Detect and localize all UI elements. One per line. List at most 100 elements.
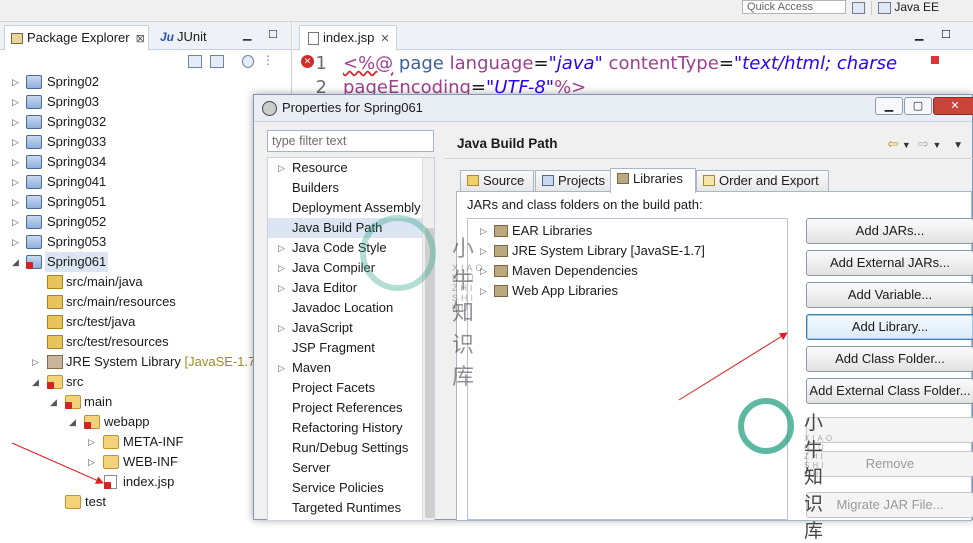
tree-item-source-folder[interactable]: src/main/resources	[0, 292, 292, 312]
minimize-icon[interactable]: ▁	[915, 28, 923, 41]
nav-item-run-debug-settings[interactable]: Run/Debug Settings	[268, 438, 434, 458]
maximize-icon[interactable]: ▢	[904, 97, 932, 115]
nav-item-javadoc-location[interactable]: Javadoc Location	[268, 298, 434, 318]
list-item[interactable]: ▷ Web App Libraries	[468, 281, 787, 301]
expand-icon[interactable]: ▷	[278, 158, 285, 178]
add-library-button[interactable]: Add Library...	[806, 314, 973, 340]
expand-icon[interactable]: ▷	[480, 281, 487, 301]
nav-item-project-references[interactable]: Project References	[268, 398, 434, 418]
tree-item-project[interactable]: ▷ Spring041	[0, 172, 292, 192]
perspective-label[interactable]: Java EE	[894, 0, 939, 14]
edit-button[interactable]	[806, 417, 973, 443]
expand-icon[interactable]: ▷	[480, 221, 487, 241]
tree-item-folder[interactable]: ▷ WEB-INF	[0, 452, 292, 472]
link-with-editor-icon[interactable]	[210, 55, 224, 68]
list-item[interactable]: ▷ EAR Libraries	[468, 221, 787, 241]
tree-item-folder[interactable]: ▷ META-INF	[0, 432, 292, 452]
expand-icon[interactable]: ▷	[278, 238, 285, 258]
expand-icon[interactable]: ▷	[12, 92, 22, 112]
tab-package-explorer[interactable]: Package Explorer ⊠	[4, 25, 149, 50]
list-item[interactable]: ▷ JRE System Library [JavaSE-1.7]	[468, 241, 787, 261]
nav-item-java-build-path[interactable]: Java Build Path	[268, 218, 434, 238]
tab-order-and-export[interactable]: Order and Export	[696, 170, 829, 192]
tab-libraries[interactable]: Libraries	[610, 168, 696, 193]
collapse-icon[interactable]: ◢	[32, 372, 42, 392]
expand-icon[interactable]: ▷	[278, 318, 285, 338]
tree-item-project[interactable]: ▷ Spring034	[0, 152, 292, 172]
add-external-class-folder-button[interactable]: Add External Class Folder...	[806, 378, 973, 404]
tree-item-project-selected[interactable]: ◢ Spring061	[0, 252, 292, 272]
collapse-icon[interactable]: ◢	[69, 412, 79, 432]
tree-item-project[interactable]: ▷ Spring053	[0, 232, 292, 252]
collapse-icon[interactable]: ◢	[12, 252, 22, 272]
expand-icon[interactable]: ▷	[88, 432, 98, 452]
tree-item-project[interactable]: ▷ Spring052	[0, 212, 292, 232]
close-icon[interactable]: ✕	[380, 33, 389, 45]
filter-input[interactable]: type filter text	[267, 130, 434, 152]
nav-item-targeted-runtimes[interactable]: Targeted Runtimes	[268, 498, 434, 518]
expand-icon[interactable]: ▷	[480, 261, 487, 281]
nav-item-project-facets[interactable]: Project Facets	[268, 378, 434, 398]
tree-item-source-folder[interactable]: src/test/resources	[0, 332, 292, 352]
list-item[interactable]: ▷ Maven Dependencies	[468, 261, 787, 281]
nav-item-deployment-assembly[interactable]: Deployment Assembly	[268, 198, 434, 218]
expand-icon[interactable]: ▷	[12, 232, 22, 252]
add-class-folder-button[interactable]: Add Class Folder...	[806, 346, 973, 372]
tree-item-folder[interactable]: ◢ main	[0, 392, 292, 412]
nav-item-service-policies[interactable]: Service Policies	[268, 478, 434, 498]
expand-icon[interactable]: ▷	[12, 132, 22, 152]
expand-icon[interactable]: ▷	[12, 192, 22, 212]
expand-icon[interactable]: ▷	[12, 212, 22, 232]
remove-button[interactable]: Remove	[806, 451, 973, 477]
add-jars-button[interactable]: Add JARs...	[806, 218, 973, 244]
quick-access-field[interactable]: Quick Access	[742, 0, 846, 14]
nav-item-javascript[interactable]: ▷ JavaScript	[268, 318, 434, 338]
tree-item-source-folder[interactable]: src/main/java	[0, 272, 292, 292]
back-arrow-icon[interactable]: ⇦	[887, 136, 898, 151]
expand-icon[interactable]: ▷	[12, 112, 22, 132]
expand-icon[interactable]: ▷	[278, 258, 285, 278]
close-icon[interactable]: ✕	[933, 97, 973, 115]
nav-item-server[interactable]: Server	[268, 458, 434, 478]
tree-item-source-folder[interactable]: src/test/java	[0, 312, 292, 332]
expand-icon[interactable]: ▷	[278, 278, 285, 298]
nav-item-java-code-style[interactable]: ▷ Java Code Style	[268, 238, 434, 258]
forward-arrow-icon[interactable]: ⇨	[918, 136, 929, 151]
chevron-down-icon[interactable]: ▼	[902, 140, 911, 150]
nav-item-java-editor[interactable]: ▷ Java Editor	[268, 278, 434, 298]
code-content[interactable]: 1 <%@ page language="java" contentType="t…	[293, 52, 898, 100]
tree-item-project[interactable]: ▷ Spring02	[0, 72, 292, 92]
expand-icon[interactable]: ▷	[480, 241, 487, 261]
perspective-switcher[interactable]: Java EE	[852, 0, 939, 16]
tab-junit[interactable]: Ju JUnit	[154, 25, 207, 50]
expand-icon[interactable]: ▷	[12, 72, 22, 92]
overview-error-icon[interactable]	[931, 56, 939, 64]
tree-item-folder[interactable]: test	[0, 492, 292, 512]
nav-item-maven[interactable]: ▷ Maven	[268, 358, 434, 378]
minimize-icon[interactable]: ▁	[875, 97, 903, 115]
tab-projects[interactable]: Projects	[535, 170, 611, 192]
tree-item-project[interactable]: ▷ Spring033	[0, 132, 292, 152]
nav-item-jsp-fragment[interactable]: JSP Fragment	[268, 338, 434, 358]
tree-item-project[interactable]: ▷ Spring051	[0, 192, 292, 212]
tab-source[interactable]: Source	[460, 170, 534, 192]
nav-item-refactoring-history[interactable]: Refactoring History	[268, 418, 434, 438]
add-variable-button[interactable]: Add Variable...	[806, 282, 973, 308]
view-menu-icon[interactable]: ▼	[953, 140, 963, 151]
nav-item-builders[interactable]: Builders	[268, 178, 434, 198]
migrate-jar-button[interactable]: Migrate JAR File...	[806, 492, 973, 518]
focus-icon[interactable]	[242, 55, 254, 68]
maximize-icon[interactable]: ☐	[268, 28, 278, 41]
expand-icon[interactable]: ▷	[88, 452, 98, 472]
tab-index-jsp[interactable]: index.jsp ✕	[299, 25, 397, 50]
add-external-jars-button[interactable]: Add External JARs...	[806, 250, 973, 276]
expand-icon[interactable]: ▷	[12, 172, 22, 192]
close-icon[interactable]: ⊠	[136, 33, 145, 45]
tree-item-file[interactable]: index.jsp	[0, 472, 292, 492]
scrollbar-thumb[interactable]	[425, 228, 434, 518]
view-menu-icon[interactable]: ⋮	[262, 53, 274, 67]
collapse-all-icon[interactable]	[188, 55, 202, 68]
chevron-down-icon[interactable]: ▼	[933, 140, 942, 150]
tree-item-folder[interactable]: ◢ src	[0, 372, 292, 392]
maximize-icon[interactable]: ☐	[941, 28, 951, 41]
